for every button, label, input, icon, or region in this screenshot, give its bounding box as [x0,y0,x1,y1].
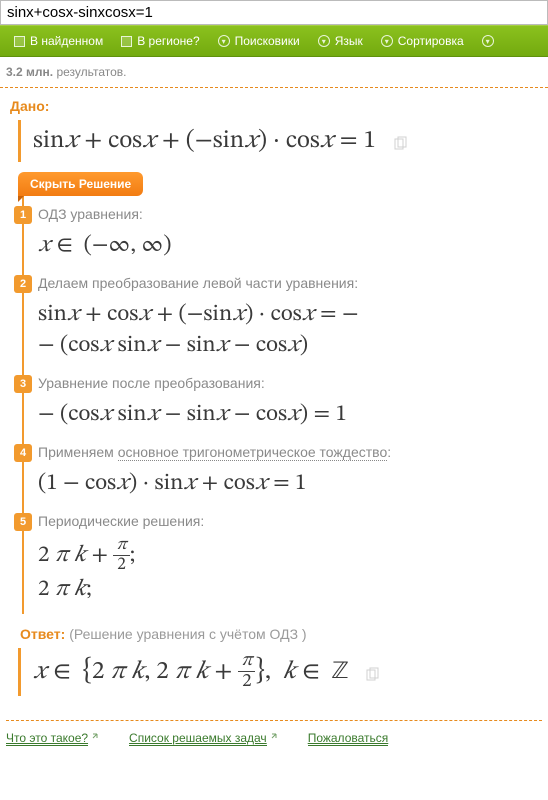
filter-label: В регионе? [137,34,199,48]
filter-label: Язык [335,34,363,48]
filter-language[interactable]: ▾ Язык [312,32,373,50]
filter-more[interactable]: ▾ [476,33,494,49]
step-text: Применяем основное тригонометрическое то… [38,444,532,460]
footer-links: Что это такое? Список решаемых задач Пож… [0,721,548,755]
dropdown-icon: ▾ [482,35,494,47]
step-text: Периодические решения: [38,513,532,529]
filter-nav: В найденном В регионе? ▾ Поисковики ▾ Яз… [0,25,548,57]
hide-solution-button[interactable]: Скрыть Решение [18,172,143,196]
identity-link[interactable]: основное тригонометрическое тождество [118,444,388,461]
results-count: 3.2 млн. результатов. [0,57,548,88]
given-formula: sin𝑥 + cos𝑥 + (−sin𝑥) · cos𝑥 = 1 [33,128,382,153]
results-label: результатов. [56,65,126,79]
answer-block: 𝑥 ∈ {2 π 𝑘, 2 π 𝑘 + π2}, 𝑘 ∈ ℤ [18,648,538,697]
step-text: ОДЗ уравнения: [38,206,532,222]
step-3: 3 Уравнение после преобразования: − (cos… [24,367,538,436]
step-text-pre: Применяем [38,444,118,460]
filter-in-found[interactable]: В найденном [8,32,113,50]
copy-icon[interactable] [392,136,408,152]
step-4: 4 Применяем основное тригонометрическое … [24,436,538,505]
step-formula: − (cos𝑥 sin𝑥 − sin𝑥 − cos𝑥) [38,330,532,361]
answer-row: Ответ: (Решение уравнения с учётом ОДЗ ) [10,624,538,642]
step-text-post: : [387,444,391,460]
footer-whatis-link[interactable]: Что это такое? [6,731,101,745]
filter-label: В найденном [30,34,103,48]
answer-formula: 𝑥 ∈ {2 π 𝑘, 2 π 𝑘 + π2}, 𝑘 ∈ ℤ [33,659,354,684]
dropdown-icon: ▾ [318,35,330,47]
step-1: 1 ОДЗ уравнения: 𝑥 ∈ (−∞, ∞) [24,198,538,267]
step-formula: (1 − cos𝑥) · sin𝑥 + cos𝑥 = 1 [38,468,532,499]
filter-label: Поисковики [235,34,300,48]
step-text: Уравнение после преобразования: [38,375,532,391]
given-block: sin𝑥 + cos𝑥 + (−sin𝑥) · cos𝑥 = 1 [18,120,538,162]
dropdown-icon: ▾ [218,35,230,47]
step-formula: 2 π 𝑘; [38,574,532,605]
search-bar[interactable] [0,0,548,25]
step-5: 5 Периодические решения: 2 π 𝑘 + π2; 2 π… [24,505,538,612]
copy-icon[interactable] [364,667,380,683]
step-formula: sin𝑥 + cos𝑥 + (−sin𝑥) · cos𝑥 = − [38,299,532,330]
step-text: Делаем преобразование левой части уравне… [38,275,532,291]
external-icon [270,732,280,742]
solution-steps: 1 ОДЗ уравнения: 𝑥 ∈ (−∞, ∞) 2 Делаем пр… [22,196,538,614]
step-number: 1 [14,206,32,224]
step-2: 2 Делаем преобразование левой части урав… [24,267,538,367]
hide-solution-label: Скрыть Решение [30,177,131,191]
checkbox-icon[interactable] [14,36,25,47]
step-number: 5 [14,513,32,531]
external-icon [91,732,101,742]
results-number: 3.2 млн. [6,65,53,79]
step-number: 4 [14,444,32,462]
answer-label: Ответ: [20,626,65,642]
given-label: Дано: [10,98,538,114]
search-input[interactable] [7,4,541,21]
footer-tasklist-link[interactable]: Список решаемых задач [129,731,280,745]
checkbox-icon[interactable] [121,36,132,47]
footer-complain-link[interactable]: Пожаловаться [308,731,389,745]
filter-label: Сортировка [398,34,464,48]
step-formula: 2 π 𝑘 + π2; [38,537,532,575]
filter-engines[interactable]: ▾ Поисковики [212,32,310,50]
filter-region[interactable]: В регионе? [115,32,209,50]
step-number: 3 [14,375,32,393]
filter-sort[interactable]: ▾ Сортировка [375,32,474,50]
dropdown-icon: ▾ [381,35,393,47]
step-number: 2 [14,275,32,293]
step-formula: 𝑥 ∈ (−∞, ∞) [38,230,532,261]
answer-note: (Решение уравнения с учётом ОДЗ ) [69,626,306,642]
step-formula: − (cos𝑥 sin𝑥 − sin𝑥 − cos𝑥) = 1 [38,399,532,430]
